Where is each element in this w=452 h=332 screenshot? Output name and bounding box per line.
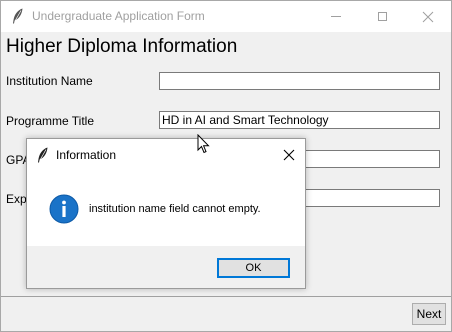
programme-title-label: Programme Title [6,114,95,128]
close-icon [422,11,434,22]
ok-button[interactable]: OK [217,258,290,278]
maximize-button[interactable] [359,1,405,32]
programme-title-input[interactable]: HD in AI and Smart Technology [159,111,440,129]
dialog-close-icon[interactable] [282,148,296,162]
dialog-title-bar[interactable]: Information [27,139,305,170]
institution-name-label: Institution Name [6,74,93,88]
title-bar[interactable]: Undergraduate Application Form [1,1,451,32]
information-dialog: Information institution name field canno… [26,138,306,289]
close-button[interactable] [405,1,451,32]
dialog-title: Information [56,148,117,162]
mouse-cursor-icon [197,134,210,154]
feather-icon [13,8,23,24]
maximize-icon [377,12,387,21]
dialog-footer: OK [27,246,305,288]
minimize-icon [331,16,341,17]
minimize-button[interactable] [313,1,359,32]
info-icon [49,194,79,224]
feather-icon [38,147,48,163]
page-title: Higher Diploma Information [6,36,238,57]
institution-name-input[interactable] [159,72,440,90]
dialog-message: institution name field cannot empty. [89,203,261,215]
footer-divider [1,296,451,297]
window-title: Undergraduate Application Form [32,9,205,23]
dialog-body: institution name field cannot empty. [27,170,305,246]
next-button[interactable]: Next [412,303,446,325]
